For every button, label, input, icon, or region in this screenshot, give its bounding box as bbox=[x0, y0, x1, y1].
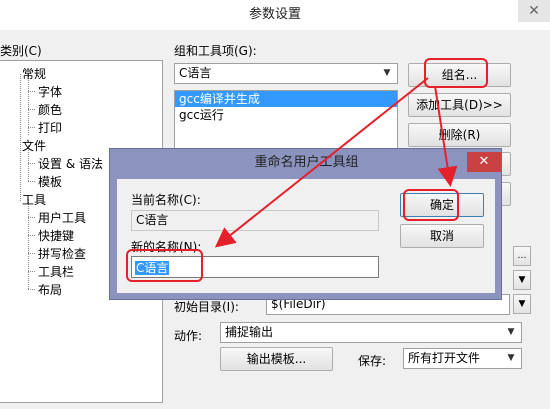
tree-connector bbox=[28, 271, 35, 272]
group-label: 组和工具项(G): bbox=[174, 44, 257, 58]
current-name-field: C语言 bbox=[131, 210, 379, 231]
action-label: 动作: bbox=[174, 329, 203, 343]
current-name-value: C语言 bbox=[136, 213, 169, 227]
tree-connector bbox=[28, 109, 35, 110]
chevron-down-icon: ▼ bbox=[507, 353, 515, 363]
category-label: 类别(C) bbox=[0, 44, 42, 58]
group-combo-value: C语言 bbox=[179, 66, 212, 80]
close-icon[interactable]: ✕ bbox=[467, 152, 501, 172]
action-value: 捕捉输出 bbox=[225, 325, 274, 339]
more-icon[interactable]: … bbox=[513, 246, 531, 266]
chevron-down-icon: ▼ bbox=[507, 327, 515, 337]
cancel-button[interactable]: 取消 bbox=[400, 224, 484, 248]
rename-dialog: 重命名用户工具组 ✕ 当前名称(C): C语言 新的名称(N): C语言 确定 … bbox=[109, 148, 502, 300]
tree-connector bbox=[28, 235, 35, 236]
add-tool-button[interactable]: 添加工具(D)>> bbox=[408, 93, 511, 117]
chevron-down-icon: ▼ bbox=[383, 68, 391, 78]
init-dir-label: 初始目录(I): bbox=[174, 300, 239, 314]
tree-item-toolbar[interactable]: 工具栏 bbox=[38, 263, 74, 280]
list-item[interactable]: gcc编译并生成 bbox=[175, 91, 397, 107]
annotation-box bbox=[126, 249, 203, 282]
tree-connector bbox=[28, 199, 29, 289]
window-title: 参数设置 bbox=[248, 7, 301, 22]
group-combo[interactable]: C语言 ▼ bbox=[174, 63, 398, 84]
tree-item-tools[interactable]: 工具 bbox=[22, 191, 46, 208]
output-template-button[interactable]: 输出模板... bbox=[220, 347, 333, 371]
dialog-body: 当前名称(C): C语言 新的名称(N): C语言 确定 取消 bbox=[117, 179, 495, 293]
tree-item-general[interactable]: 常规 bbox=[22, 65, 46, 82]
tree-item-print[interactable]: 打印 bbox=[38, 119, 62, 136]
tree-item-template[interactable]: 模板 bbox=[38, 173, 62, 190]
list-item[interactable]: gcc运行 bbox=[175, 107, 397, 123]
save-label: 保存: bbox=[358, 354, 387, 368]
tree-connector bbox=[28, 181, 35, 182]
tree-connector bbox=[28, 289, 35, 290]
save-value: 所有打开文件 bbox=[408, 351, 481, 365]
tree-item-spellcheck[interactable]: 拼写检查 bbox=[38, 245, 86, 262]
close-icon[interactable]: ✕ bbox=[518, 0, 550, 22]
annotation-box bbox=[403, 189, 459, 221]
tree-item-layout[interactable]: 布局 bbox=[38, 281, 62, 298]
dialog-title: 重命名用户工具组 bbox=[254, 155, 359, 170]
tool-list[interactable]: gcc编译并生成 gcc运行 bbox=[174, 90, 398, 152]
chevron-down-icon[interactable]: ▼ bbox=[513, 294, 531, 314]
tree-connector bbox=[28, 127, 35, 128]
tree-connector bbox=[20, 74, 21, 201]
delete-button[interactable]: 删除(R) bbox=[408, 123, 511, 147]
tree-item-user-tools[interactable]: 用户工具 bbox=[38, 209, 86, 226]
tree-connector bbox=[28, 217, 35, 218]
tree-connector bbox=[28, 163, 35, 164]
chevron-down-icon[interactable]: ▼ bbox=[513, 270, 531, 290]
tree-connector bbox=[28, 73, 29, 135]
tree-connector bbox=[28, 91, 35, 92]
tree-item-syntax[interactable]: 设置 & 语法 bbox=[38, 155, 103, 172]
current-name-label: 当前名称(C): bbox=[131, 193, 201, 207]
tree-item-file[interactable]: 文件 bbox=[22, 137, 46, 154]
save-combo[interactable]: 所有打开文件 ▼ bbox=[403, 348, 522, 369]
action-combo[interactable]: 捕捉输出 ▼ bbox=[220, 322, 522, 343]
tree-connector bbox=[28, 253, 35, 254]
window-title-bar: 参数设置 bbox=[0, 0, 550, 30]
tree-item-font[interactable]: 字体 bbox=[38, 83, 62, 100]
tree-item-color[interactable]: 颜色 bbox=[38, 101, 62, 118]
annotation-box bbox=[424, 58, 488, 88]
tree-item-shortcuts[interactable]: 快捷键 bbox=[38, 227, 74, 244]
